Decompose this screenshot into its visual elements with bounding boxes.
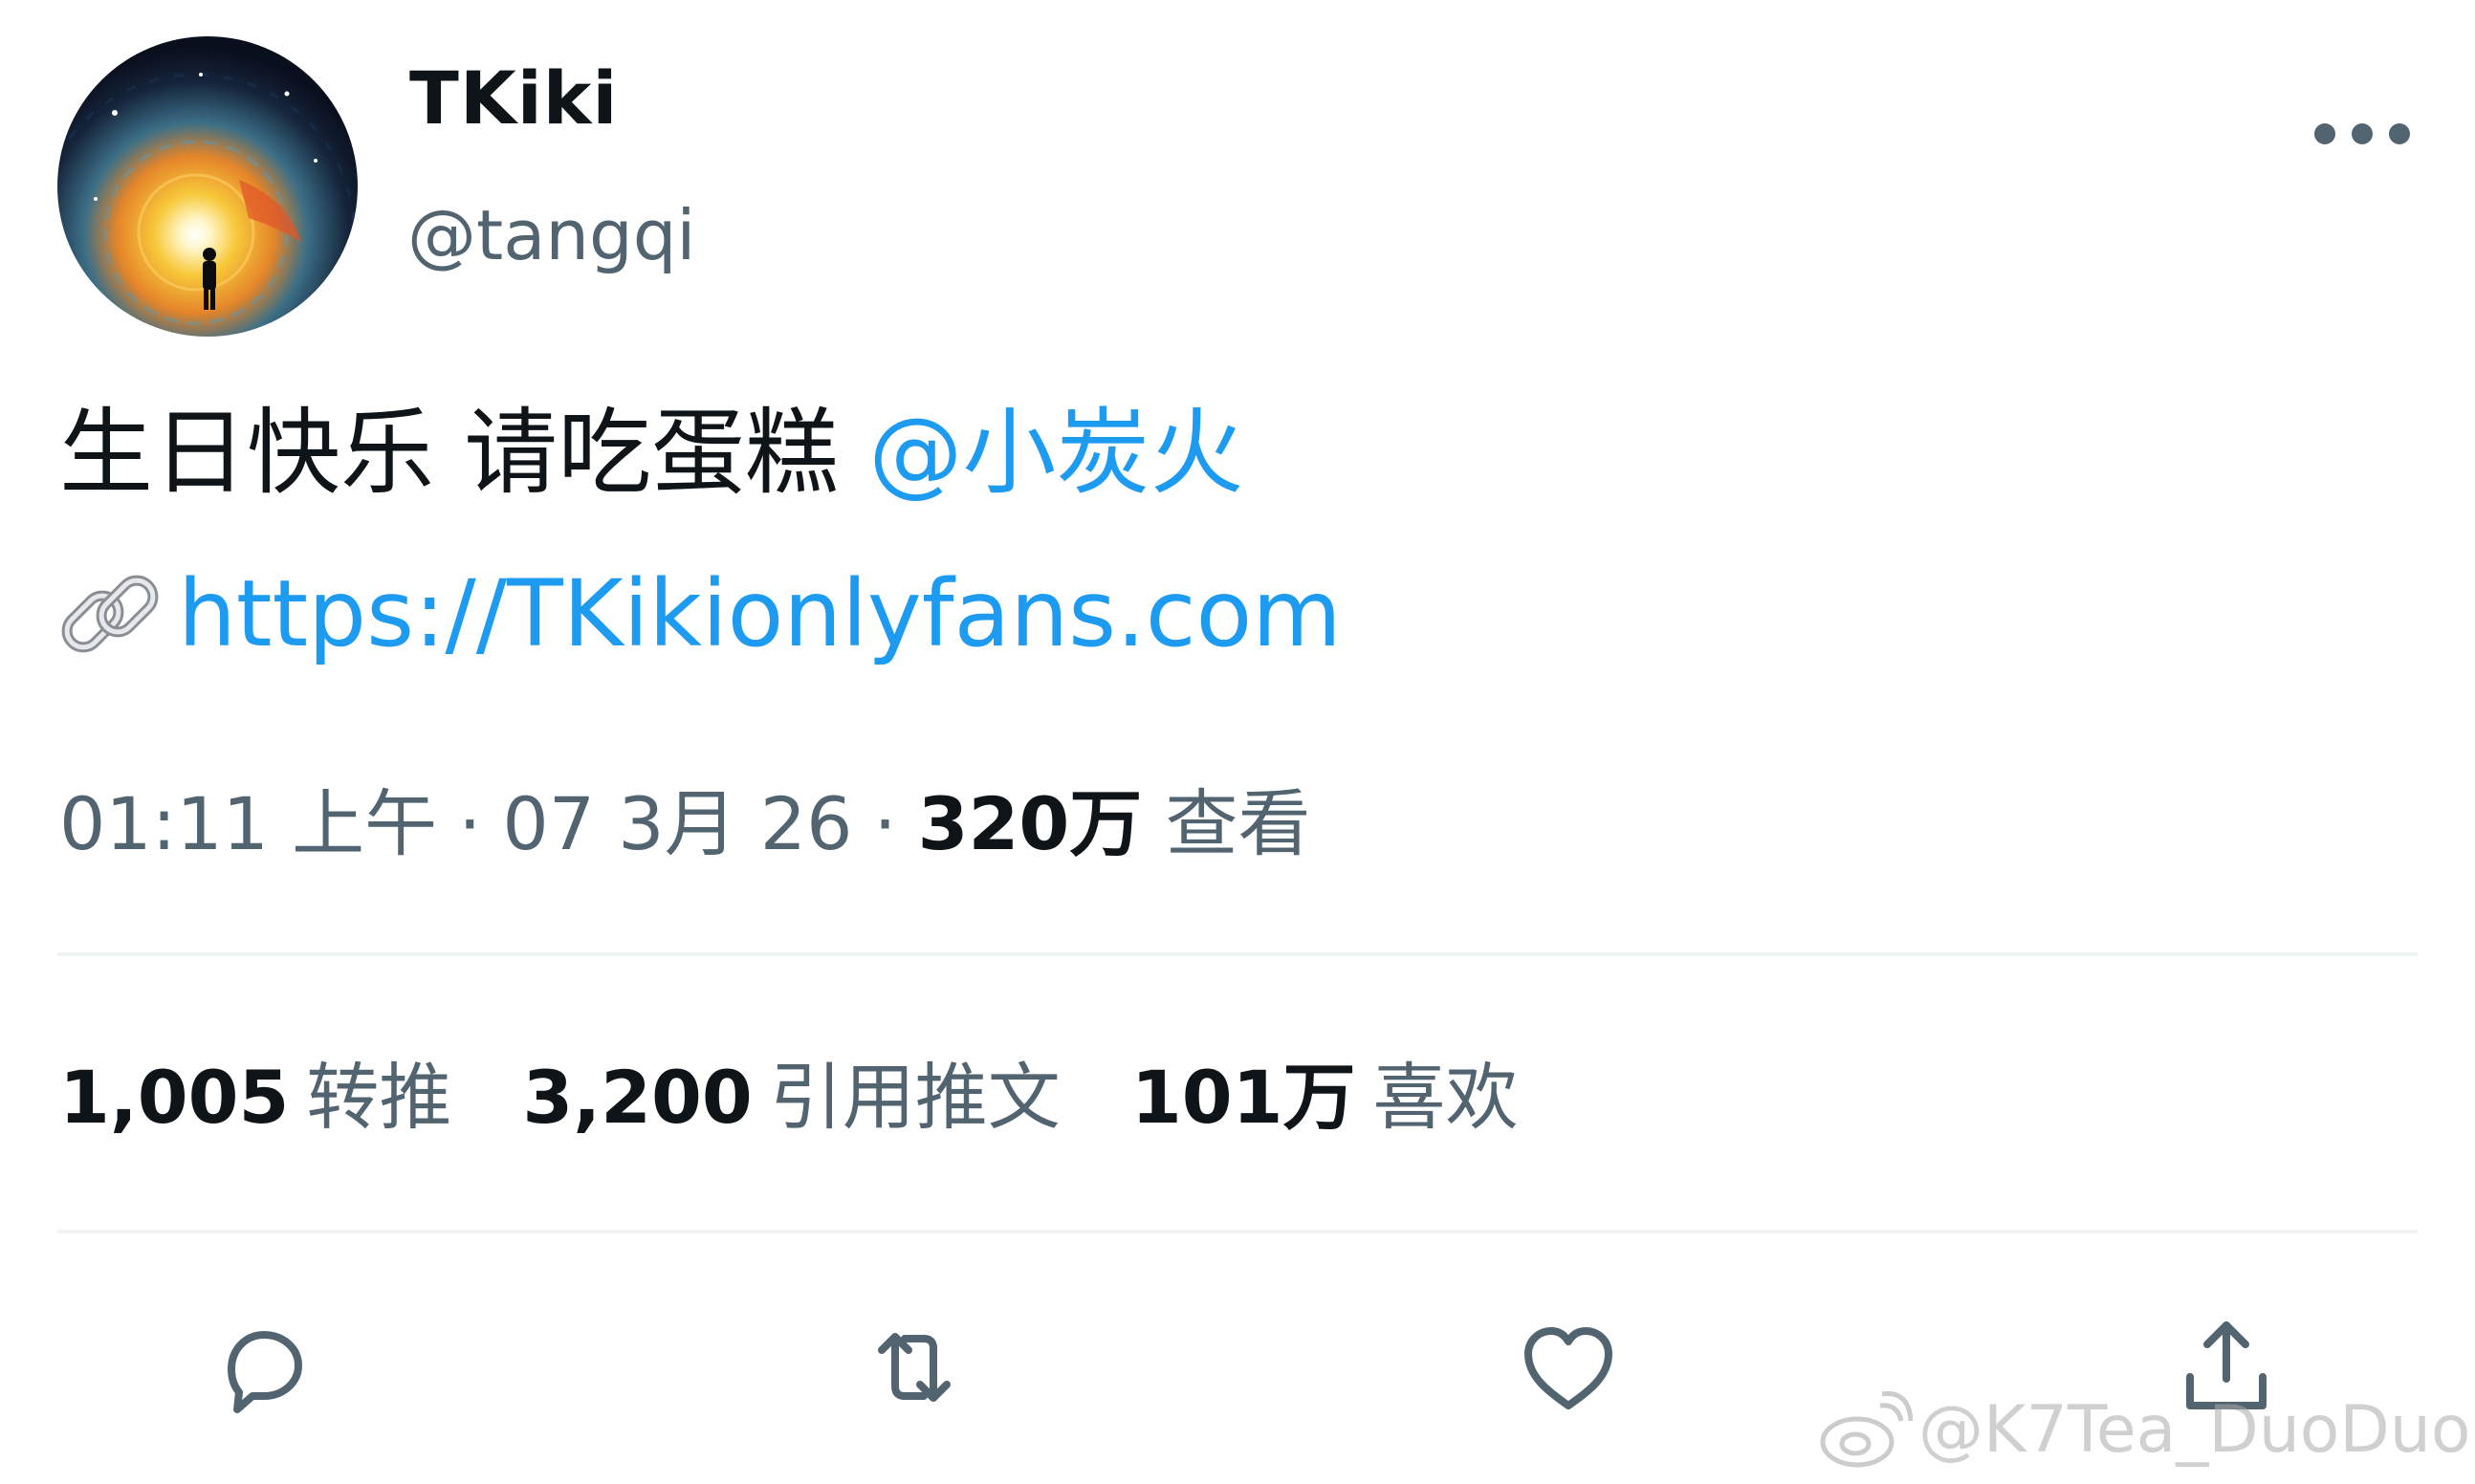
weibo-logo-icon — [1820, 1391, 1913, 1468]
watermark: @K7Tea_DuoDuo — [1817, 1388, 2470, 1471]
retweets-label: 转推 — [306, 1055, 452, 1140]
retweets-count: 1,005 — [59, 1055, 290, 1140]
reply-button[interactable] — [203, 1310, 318, 1425]
more-dot-icon — [2389, 123, 2410, 144]
retweet-button[interactable] — [857, 1310, 972, 1425]
views-label: 查看 — [1165, 781, 1311, 866]
meta-separator: · — [873, 781, 897, 866]
quotes-stat[interactable]: 3,200 引用推文 — [522, 1055, 1060, 1140]
more-dot-icon — [2314, 123, 2335, 144]
meta-separator: · — [458, 781, 482, 866]
watermark-text: @K7Tea_DuoDuo — [1918, 1391, 2471, 1468]
tweet-time[interactable]: 01:11 上午 — [59, 781, 437, 866]
tweet-text: 生日快乐 请吃蛋糕 @小炭火 — [59, 396, 1243, 511]
like-icon — [1524, 1327, 1612, 1409]
likes-label: 喜欢 — [1372, 1055, 1519, 1140]
quotes-label: 引用推文 — [769, 1055, 1061, 1140]
divider — [57, 952, 2418, 956]
more-dot-icon — [2352, 123, 2373, 144]
retweets-stat[interactable]: 1,005 转推 — [59, 1055, 451, 1140]
tweet-detail: TKiki @tangqi 生日快乐 请吃蛋糕 @小炭火 https://TKi… — [0, 0, 2475, 1484]
tweet-link-row: https://TKikionlyfans.com — [57, 556, 1342, 671]
tweet-stats: 1,005 转推 3,200 引用推文 101万 喜欢 — [59, 1050, 1588, 1146]
tweet-url-link[interactable]: https://TKikionlyfans.com — [178, 560, 1342, 667]
like-button[interactable] — [1511, 1310, 1626, 1425]
link-icon — [61, 575, 159, 653]
views-count: 320万 — [917, 781, 1143, 866]
user-handle[interactable]: @tangqi — [407, 195, 695, 275]
likes-stat[interactable]: 101万 喜欢 — [1131, 1055, 1519, 1140]
mention-link[interactable]: @小炭火 — [868, 399, 1243, 508]
more-options-button[interactable] — [2314, 115, 2410, 153]
quotes-count: 3,200 — [522, 1055, 753, 1140]
divider — [57, 1230, 2418, 1233]
tweet-meta: 01:11 上午 · 07 3月 26 · 320万 查看 — [59, 776, 1310, 872]
retweet-icon — [878, 1333, 951, 1402]
likes-count: 101万 — [1130, 1055, 1356, 1140]
tweet-date[interactable]: 07 3月 26 — [502, 781, 852, 866]
display-name[interactable]: TKiki — [409, 55, 618, 141]
tweet-text-body: 生日快乐 请吃蛋糕 — [59, 399, 869, 508]
reply-icon — [228, 1331, 302, 1413]
avatar[interactable] — [57, 36, 358, 337]
